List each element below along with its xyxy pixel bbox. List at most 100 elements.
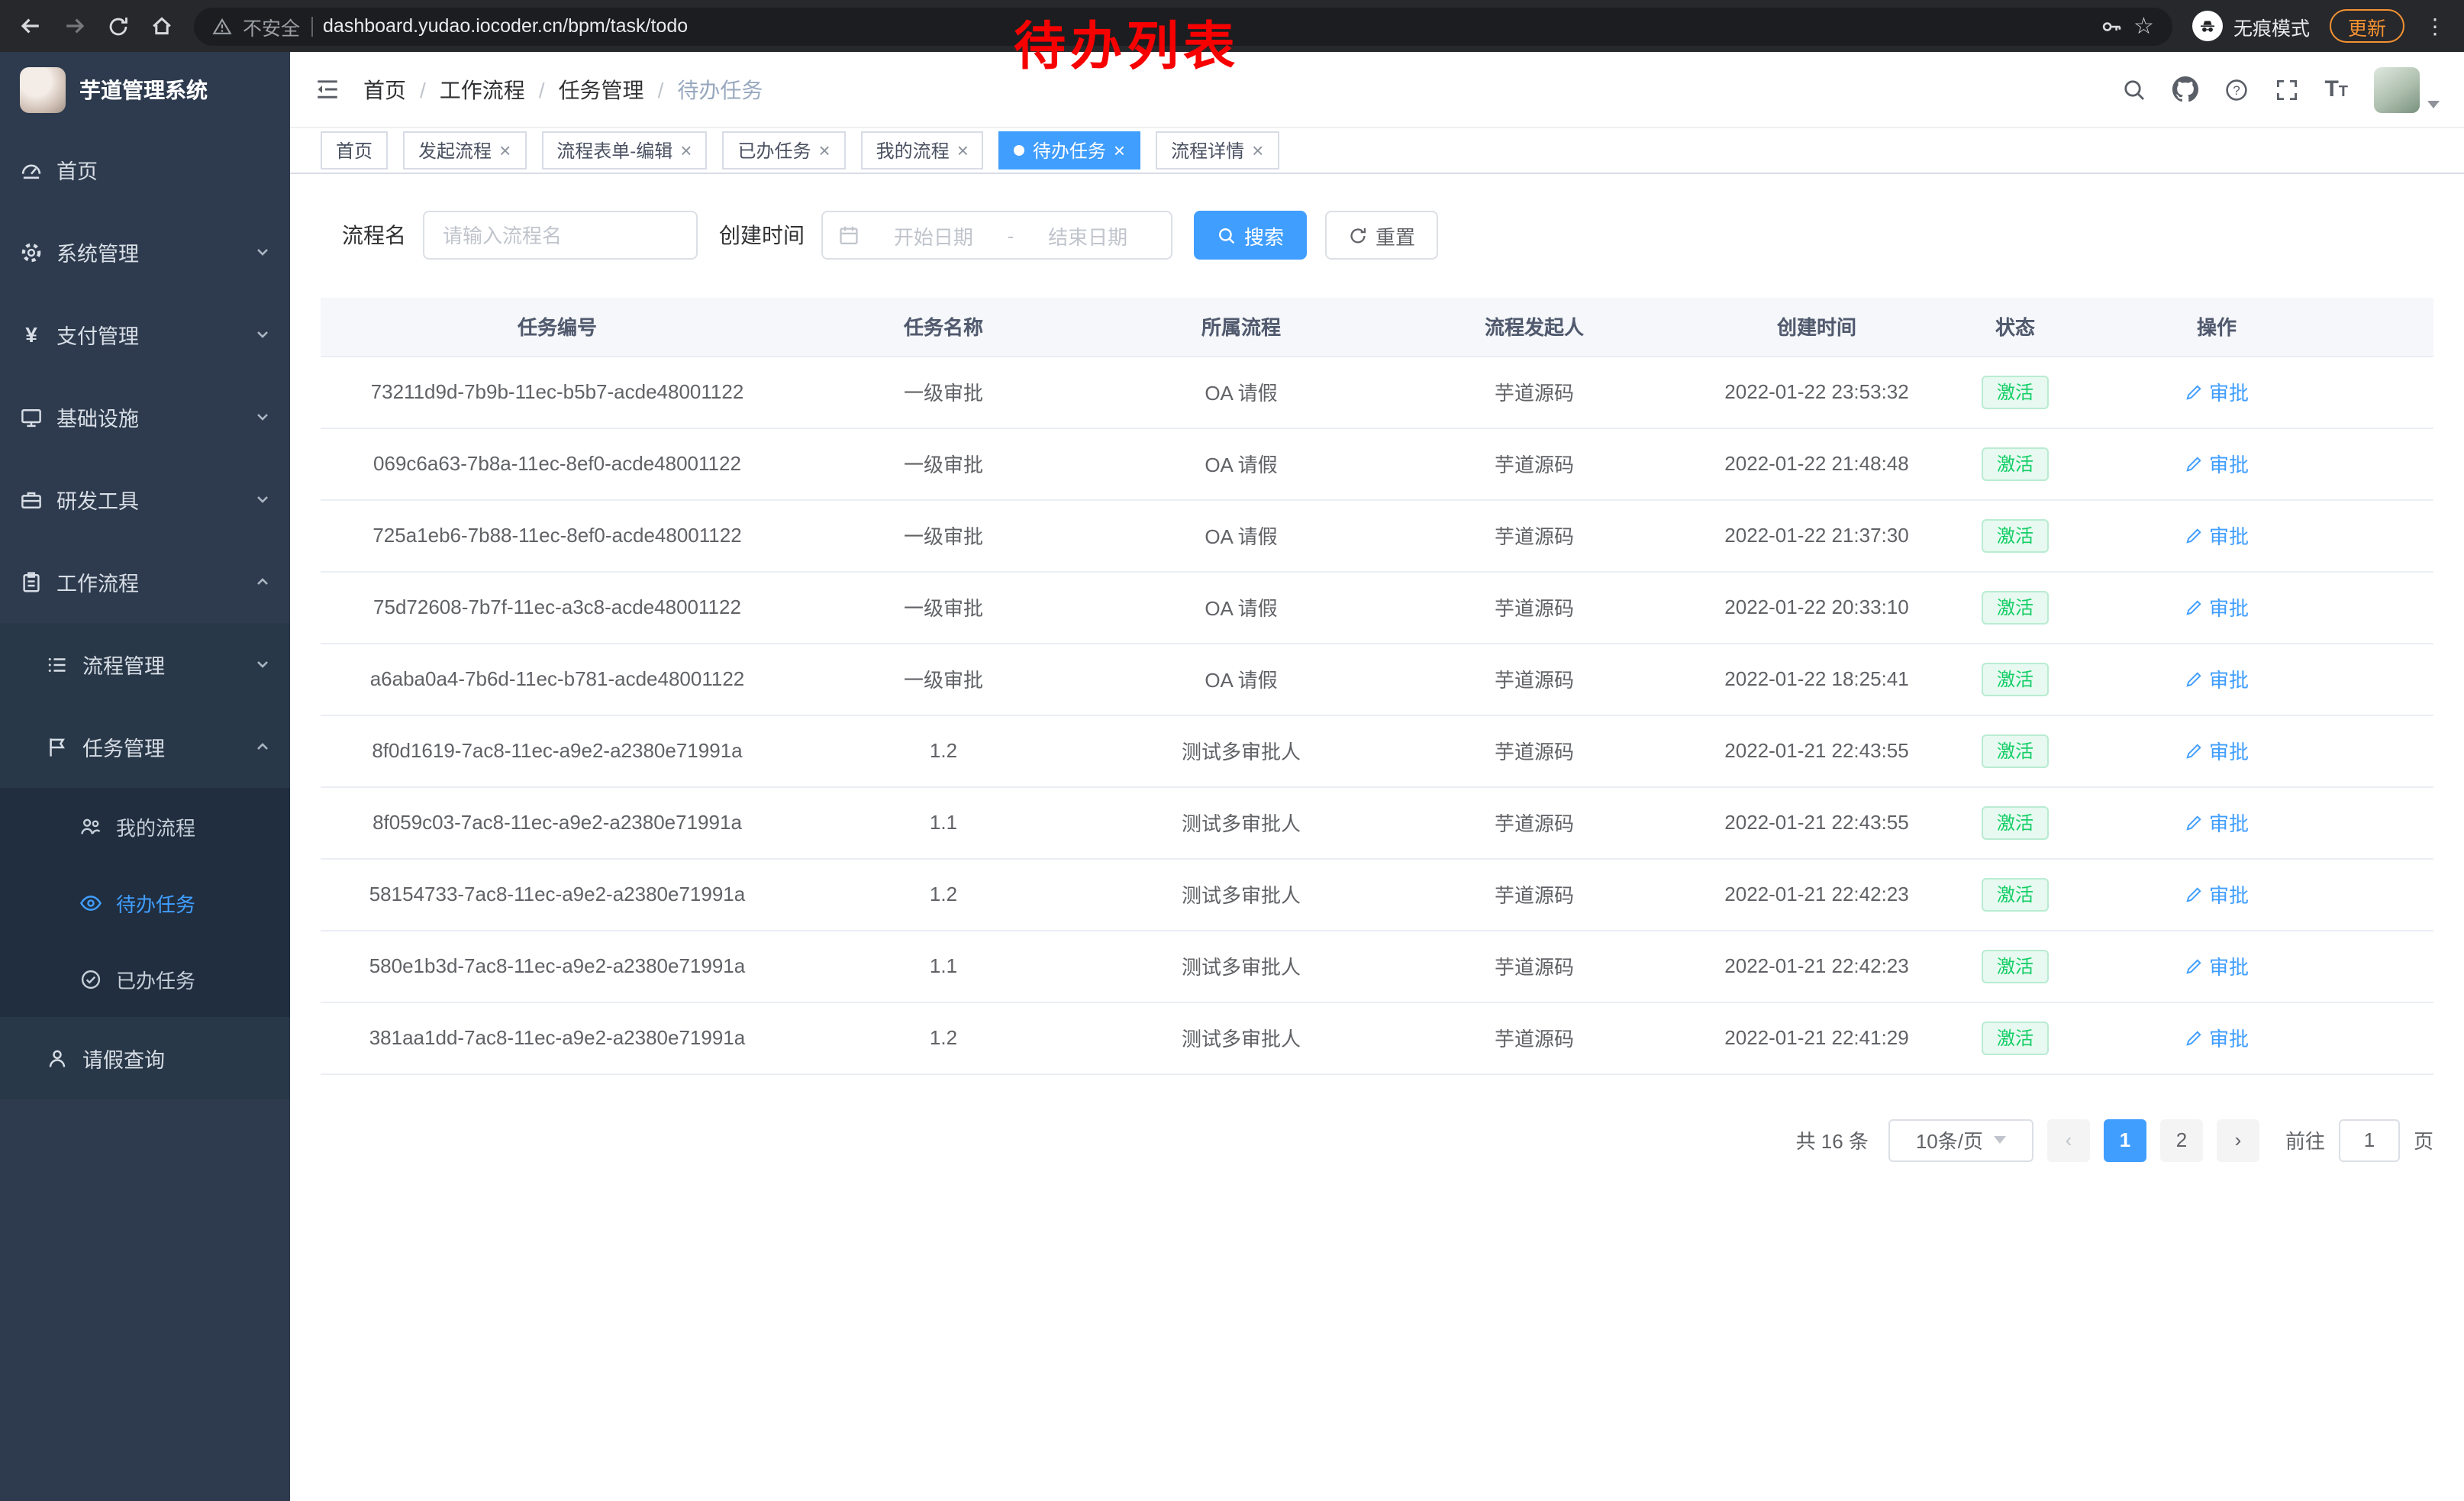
caret-down-icon <box>1994 1136 2006 1144</box>
app-logo[interactable]: 芋道管理系统 <box>0 52 290 128</box>
url-text[interactable]: dashboard.yudao.iocoder.cn/bpm/task/todo <box>323 15 688 37</box>
cell-process: OA 请假 <box>1093 499 1389 571</box>
tab-close-icon[interactable]: × <box>957 140 969 160</box>
cell-created: 2022-01-21 22:42:23 <box>1679 930 1954 1002</box>
approve-link[interactable]: 审批 <box>2185 449 2249 478</box>
sidebar-item-my-process[interactable]: 我的流程 <box>0 788 290 864</box>
sidebar-item-task-management[interactable]: 任务管理 <box>0 705 290 788</box>
search-icon[interactable] <box>2121 77 2146 102</box>
approve-link-label: 审批 <box>2209 880 2249 909</box>
cell-task-id: 381aa1dd-7ac8-11ec-a9e2-a2380e71991a <box>321 1002 794 1073</box>
approve-link-label: 审批 <box>2209 951 2249 980</box>
approve-link[interactable]: 审批 <box>2185 951 2249 980</box>
breadcrumb-home[interactable]: 首页 <box>363 74 406 105</box>
sidebar-item-infrastructure[interactable]: 基础设施 <box>0 376 290 458</box>
caret-down-icon <box>2427 100 2440 108</box>
back-icon[interactable] <box>18 14 43 38</box>
approve-link[interactable]: 审批 <box>2185 592 2249 621</box>
bookmark-star-icon[interactable]: ☆ <box>2133 15 2154 37</box>
cell-task-id: 8f0d1619-7ac8-11ec-a9e2-a2380e71991a <box>321 715 794 786</box>
breadcrumb-task-management[interactable]: 任务管理 <box>559 74 644 105</box>
table-row: a6aba0a4-7b6d-11ec-b781-acde48001122 一级审… <box>321 643 2433 715</box>
avatar[interactable] <box>2374 66 2420 112</box>
sidebar-item-workflow[interactable]: 工作流程 <box>0 541 290 623</box>
password-key-icon[interactable] <box>2100 15 2123 37</box>
sidebar-item-devtools[interactable]: 研发工具 <box>0 458 290 541</box>
tab-done-tasks[interactable]: 已办任务 × <box>722 131 845 169</box>
sidebar-item-todo-tasks[interactable]: 待办任务 <box>0 864 290 941</box>
page-button-2[interactable]: 2 <box>2160 1118 2203 1161</box>
approve-link[interactable]: 审批 <box>2185 1023 2249 1052</box>
browser-menu-icon[interactable]: ⋮ <box>2424 13 2446 39</box>
cell-created: 2022-01-21 22:42:23 <box>1679 858 1954 930</box>
forward-icon[interactable] <box>63 14 87 38</box>
help-icon[interactable]: ? <box>2224 77 2248 102</box>
tab-close-icon[interactable]: × <box>818 140 830 160</box>
tab-my-process[interactable]: 我的流程 × <box>861 131 984 169</box>
tab-close-icon[interactable]: × <box>680 140 692 160</box>
table-row: 381aa1dd-7ac8-11ec-a9e2-a2380e71991a 1.2… <box>321 1002 2433 1073</box>
search-button[interactable]: 搜索 <box>1194 211 1307 260</box>
next-page-button[interactable]: › <box>2217 1118 2259 1161</box>
approve-link[interactable]: 审批 <box>2185 880 2249 909</box>
edit-pencil-icon <box>2185 670 2203 688</box>
edit-pencil-icon <box>2185 598 2203 616</box>
toolbox-icon <box>20 488 43 511</box>
tab-form-edit[interactable]: 流程表单-编辑 × <box>541 131 707 169</box>
approve-link-label: 审批 <box>2209 736 2249 765</box>
warning-icon <box>212 16 232 36</box>
tab-start-process[interactable]: 发起流程 × <box>403 131 526 169</box>
sidebar-item-leave-query[interactable]: 请假查询 <box>0 1017 290 1099</box>
approve-link[interactable]: 审批 <box>2185 808 2249 837</box>
browser-update-button[interactable]: 更新 <box>2330 9 2404 43</box>
goto-page-input[interactable] <box>2339 1118 2400 1161</box>
breadcrumb-workflow[interactable]: 工作流程 <box>440 74 525 105</box>
sidebar-item-system[interactable]: 系统管理 <box>0 211 290 293</box>
tab-process-detail[interactable]: 流程详情 × <box>1156 131 1279 169</box>
sidebar-item-done-tasks[interactable]: 已办任务 <box>0 941 290 1017</box>
prev-page-button[interactable]: ‹ <box>2047 1118 2090 1161</box>
end-date-placeholder[interactable]: 结束日期 <box>1020 221 1156 250</box>
approve-link[interactable]: 审批 <box>2185 377 2249 406</box>
process-name-input[interactable] <box>423 211 698 260</box>
cell-initiator: 芋道源码 <box>1389 858 1679 930</box>
reload-icon[interactable] <box>107 15 130 37</box>
font-size-icon[interactable]: TT <box>2324 78 2348 101</box>
tab-home[interactable]: 首页 <box>321 131 388 169</box>
incognito-badge: 无痕模式 <box>2192 11 2310 41</box>
security-label[interactable]: 不安全 <box>243 11 300 40</box>
approve-link[interactable]: 审批 <box>2185 736 2249 765</box>
chevron-down-icon <box>255 327 270 342</box>
cell-initiator: 芋道源码 <box>1389 643 1679 715</box>
person-icon <box>46 1047 69 1070</box>
cell-task-id: 75d72608-7b7f-11ec-a3c8-acde48001122 <box>321 571 794 643</box>
sidebar-collapse-icon[interactable] <box>314 76 340 102</box>
sidebar-item-home[interactable]: 首页 <box>0 128 290 211</box>
page-size-select[interactable]: 10条/页 <box>1888 1118 2033 1161</box>
date-range-picker[interactable]: 开始日期 - 结束日期 <box>821 211 1172 260</box>
navbar: 首页 / 工作流程 / 任务管理 / 待办任务 ? <box>290 52 2464 128</box>
user-menu[interactable] <box>2374 66 2440 112</box>
tab-close-icon[interactable]: × <box>1114 140 1125 160</box>
github-icon[interactable] <box>2172 76 2198 102</box>
breadcrumb-separator: / <box>658 77 664 102</box>
app-title: 芋道管理系统 <box>79 75 208 105</box>
tab-todo-tasks[interactable]: 待办任务 × <box>999 131 1140 169</box>
breadcrumb-current: 待办任务 <box>677 74 763 105</box>
reset-button[interactable]: 重置 <box>1325 211 1438 260</box>
start-date-placeholder[interactable]: 开始日期 <box>866 221 1001 250</box>
approve-link[interactable]: 审批 <box>2185 664 2249 693</box>
page-button-1[interactable]: 1 <box>2104 1118 2146 1161</box>
sidebar-item-payment[interactable]: ¥ 支付管理 <box>0 293 290 376</box>
cell-task-id: 8f059c03-7ac8-11ec-a9e2-a2380e71991a <box>321 786 794 858</box>
tab-close-icon[interactable]: × <box>499 140 511 160</box>
tab-close-icon[interactable]: × <box>1252 140 1263 160</box>
sidebar-item-process-management[interactable]: 流程管理 <box>0 623 290 705</box>
home-icon[interactable] <box>150 14 174 38</box>
tab-label: 流程表单-编辑 <box>556 137 672 163</box>
cell-created: 2022-01-21 22:43:55 <box>1679 715 1954 786</box>
sidebar-item-label: 我的流程 <box>116 812 195 841</box>
fullscreen-icon[interactable] <box>2274 77 2298 102</box>
cell-task-name: 1.2 <box>794 858 1093 930</box>
approve-link[interactable]: 审批 <box>2185 521 2249 550</box>
